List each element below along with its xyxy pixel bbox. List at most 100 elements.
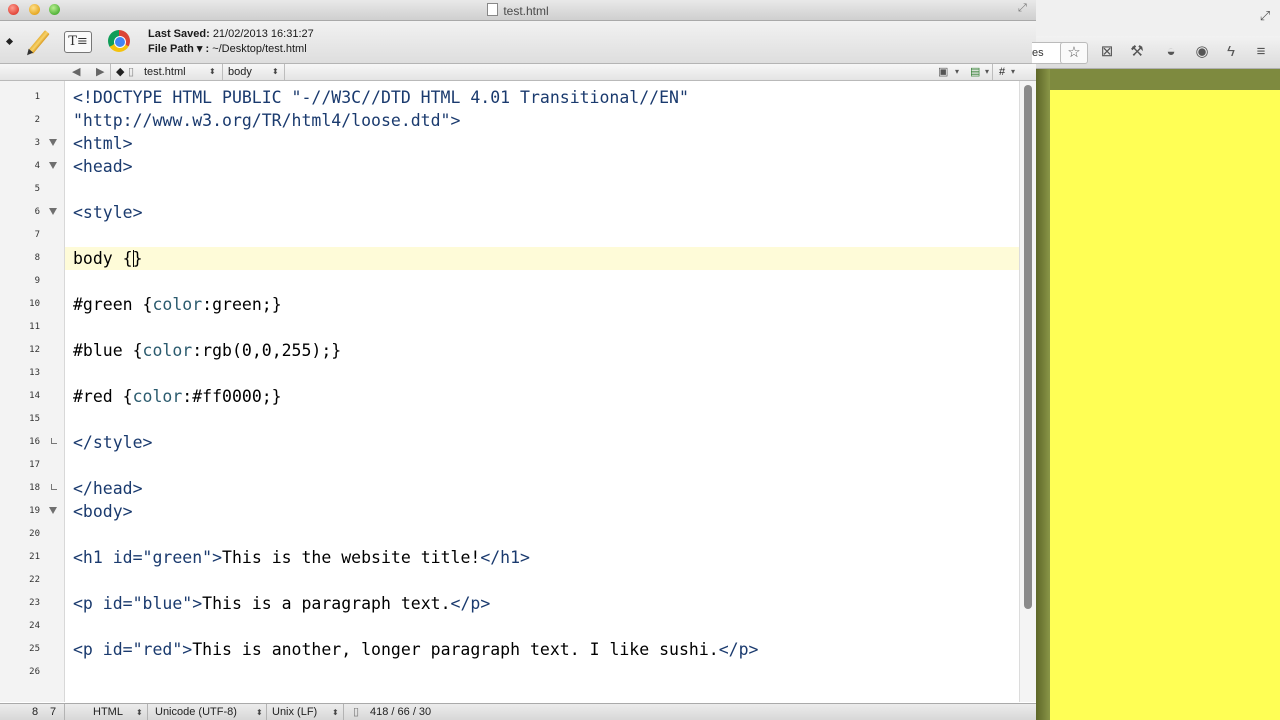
wrench-icon[interactable]: ⚒ (1128, 43, 1146, 61)
line-number: 5 (34, 184, 40, 194)
line-number: 18 (29, 483, 40, 493)
code-line[interactable]: <!DOCTYPE HTML PUBLIC "-//W3C//DTD HTML … (73, 88, 689, 108)
document-icon (487, 3, 499, 16)
line-number: 17 (29, 460, 40, 470)
line-number: 20 (29, 529, 40, 539)
line-number: 19 (29, 506, 40, 516)
current-line-highlight (65, 247, 1019, 270)
line-number: 23 (29, 598, 40, 608)
document-stats: 418 / 66 / 30 (370, 706, 432, 718)
fold-triangle-icon[interactable] (49, 507, 57, 514)
document-stats-icon[interactable]: ▯ (353, 706, 359, 719)
line-number: 13 (29, 368, 40, 378)
encoding-arrows-icon[interactable]: ⬍ (256, 706, 263, 719)
line-number-gutter: 1 2 3 4 5 6 7 8 9 10 11 12 13 14 15 16 17 18 19 20 21 22 23 24 2… (0, 81, 65, 702)
line-number: 6 (34, 207, 40, 217)
toolbar: T≡ Last Saved: 21/02/2013 16:31:27 File … (0, 21, 1036, 64)
code-line[interactable]: <p id="blue">This is a paragraph text.</… (73, 594, 490, 614)
back-arrow-icon[interactable]: ◀ (72, 65, 80, 79)
forward-arrow-icon[interactable]: ▶ (96, 65, 104, 79)
line-number: 4 (34, 161, 40, 171)
code-line[interactable]: </head> (73, 479, 143, 499)
lightning-icon[interactable]: ϟ (1222, 43, 1240, 61)
code-line[interactable]: body {} (73, 249, 143, 269)
line-number: 24 (29, 621, 40, 631)
encoding-popup[interactable]: Unicode (UTF-8) (155, 706, 237, 719)
menu-icon[interactable]: ≡ (1252, 43, 1270, 61)
line-endings-popup[interactable]: Unix (LF) (272, 706, 317, 719)
bookmark-star-icon[interactable]: ☆ (1060, 42, 1088, 64)
pocket-icon[interactable]: ◒ (1162, 43, 1180, 61)
line-number: 14 (29, 391, 40, 401)
code-line[interactable]: "http://www.w3.org/TR/html4/loose.dtd"> (73, 111, 460, 131)
preview-in-browser-icon[interactable] (108, 30, 130, 52)
hash-popup[interactable]: # (999, 65, 1005, 79)
window-title: test.html (0, 3, 1036, 18)
status-diamond-icon (5, 37, 14, 46)
line-number: 10 (29, 299, 40, 309)
line-endings-arrows-icon[interactable]: ⬍ (332, 706, 339, 719)
fold-end-icon (51, 484, 57, 490)
line-number: 1 (34, 92, 40, 102)
rendered-page (1050, 90, 1280, 720)
file-popup[interactable]: test.html (144, 65, 186, 79)
fold-end-icon (51, 438, 57, 444)
symbol-popup-arrows-icon[interactable]: ⬍ (272, 65, 279, 79)
scrollbar-thumb[interactable] (1024, 85, 1032, 609)
symbol-popup[interactable]: body (228, 65, 252, 79)
line-number: 8 (34, 253, 40, 263)
file-popup-arrows-icon[interactable]: ⬍ (209, 65, 216, 79)
fold-triangle-icon[interactable] (49, 208, 57, 215)
line-number: 22 (29, 575, 40, 585)
code-line[interactable]: #red {color:#ff0000;} (73, 387, 282, 407)
fullscreen-icon[interactable]: ⤢ (1018, 2, 1030, 16)
document-diamond-icon: ◆ (116, 66, 125, 78)
title-bar: test.html ⤢ (0, 0, 1036, 21)
line-number: 3 (34, 138, 40, 148)
line-number: 12 (29, 345, 40, 355)
line-number: 9 (34, 276, 40, 286)
code-line[interactable]: <h1 id="green">This is the website title… (73, 548, 530, 568)
line-number: 7 (34, 230, 40, 240)
file-path-menu[interactable]: File Path ▾ : (148, 43, 209, 55)
language-arrows-icon[interactable]: ⬍ (136, 706, 143, 719)
fold-triangle-icon[interactable] (49, 162, 57, 169)
line-number: 16 (29, 437, 40, 447)
status-bar: 8 7 HTML ⬍ Unicode (UTF-8) ⬍ Unix (LF) ⬍… (0, 703, 1036, 720)
code-line[interactable]: #green {color:green;} (73, 295, 282, 315)
code-line[interactable]: <style> (73, 203, 143, 223)
close-x-icon[interactable]: ⊠ (1098, 43, 1116, 61)
line-number: 2 (34, 115, 40, 125)
code-line[interactable]: <p id="red">This is another, longer para… (73, 640, 758, 660)
column-number-status: 7 (50, 706, 57, 718)
split-view-icon[interactable]: ▣ (938, 65, 948, 79)
code-line[interactable]: </style> (73, 433, 152, 453)
line-number: 26 (29, 667, 40, 677)
ghostery-icon[interactable]: ◉ (1193, 43, 1211, 61)
code-line[interactable]: <body> (73, 502, 133, 522)
editor-window: test.html ⤢ T≡ Last Saved: 21/02/2013 16… (0, 0, 1036, 720)
split-menu-arrow-icon[interactable]: ▾ (955, 65, 959, 79)
last-saved-value: 21/02/2013 16:31:27 (212, 28, 314, 40)
hash-menu-arrow-icon[interactable]: ▾ (1011, 65, 1015, 79)
vertical-scrollbar[interactable] (1019, 81, 1036, 702)
line-number: 11 (29, 322, 40, 332)
pencil-icon[interactable] (24, 28, 52, 58)
last-saved-label: Last Saved: (148, 28, 210, 40)
browser-window: ⤢ es ☆ ⊠ ⚒ ◒ ◉ ϟ ≡ (1032, 0, 1280, 720)
line-number: 15 (29, 414, 40, 424)
fullscreen-icon[interactable]: ⤢ (1256, 7, 1274, 25)
fold-triangle-icon[interactable] (49, 139, 57, 146)
code-line[interactable]: <html> (73, 134, 133, 154)
file-info: Last Saved: 21/02/2013 16:31:27 File Pat… (148, 27, 314, 57)
text-options-button[interactable]: T≡ (64, 31, 92, 53)
line-number-status: 8 (32, 706, 39, 718)
line-number: 25 (29, 644, 40, 654)
markup-menu-arrow-icon[interactable]: ▾ (985, 65, 989, 79)
code-line[interactable]: <head> (73, 157, 133, 177)
language-popup[interactable]: HTML (93, 706, 123, 719)
code-line[interactable]: #blue {color:rgb(0,0,255);} (73, 341, 341, 361)
line-number: 21 (29, 552, 40, 562)
markup-icon[interactable]: ▤ (970, 65, 980, 79)
code-editor[interactable]: <!DOCTYPE HTML PUBLIC "-//W3C//DTD HTML … (65, 81, 1019, 702)
